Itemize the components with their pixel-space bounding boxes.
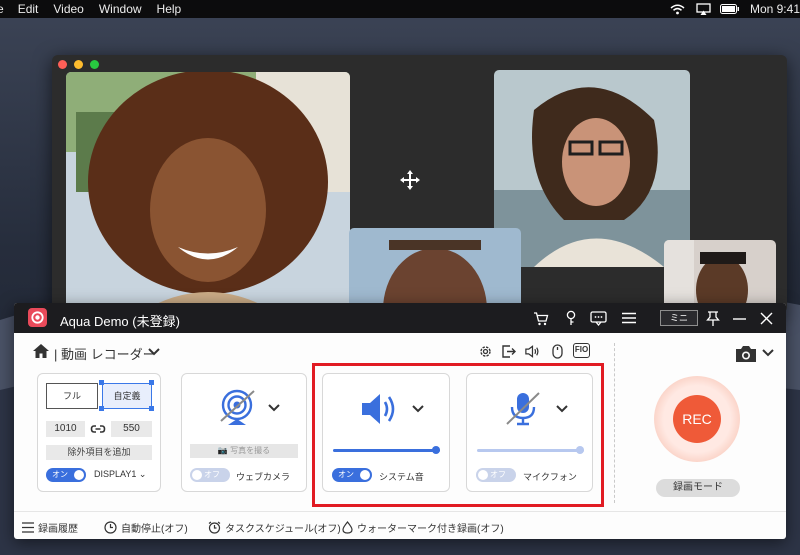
history-icon <box>22 522 34 533</box>
key-icon[interactable] <box>562 309 580 327</box>
auto-stop-item[interactable]: 自動停止(オフ) <box>104 520 188 535</box>
watermark-label: ウォーターマーク付き録画(オフ) <box>357 524 504 535</box>
app-logo <box>28 308 47 327</box>
recorder-mode-text: 動画 レコーダー <box>61 347 156 362</box>
webcam-icon[interactable] <box>216 388 258 428</box>
auto-stop-label: 自動停止(オフ) <box>121 524 188 535</box>
selection-handle <box>99 380 104 385</box>
menu-icon[interactable] <box>620 309 638 327</box>
webcam-card: 📷 写真を撮る オフ ウェブカメラ <box>181 373 307 492</box>
wifi-icon[interactable] <box>668 2 688 16</box>
schedule-label: タスクスケジュール(オフ) <box>225 524 341 535</box>
webcam-toggle[interactable]: オフ <box>190 468 230 482</box>
close-icon[interactable] <box>757 309 775 327</box>
take-photo-label: 写真を撮る <box>230 446 271 455</box>
display-select-value: DISPLAY1 <box>94 469 137 479</box>
fio-badge[interactable]: FIO <box>573 343 590 358</box>
mouse-icon[interactable] <box>549 343 565 359</box>
recorder-title-bar[interactable]: Aqua Demo (未登録) ミニ <box>14 303 786 333</box>
highlight-frame <box>312 363 604 507</box>
gear-icon[interactable] <box>477 343 493 359</box>
participant-video-1 <box>66 72 350 313</box>
history-item[interactable]: 録画履歴 <box>22 520 78 535</box>
recorder-footer: 録画履歴 自動停止(オフ) タスクスケジュール(オフ) ウォーターマーク付き録画… <box>14 511 786 539</box>
rec-button[interactable]: REC <box>673 395 721 443</box>
video-call-window <box>52 55 787 313</box>
custom-region-button[interactable]: 自定義 <box>102 383 152 409</box>
menu-bar: e Edit Video Window Help Mon 9:41 <box>0 0 800 18</box>
pin-icon[interactable] <box>704 309 722 327</box>
region-card: フル 自定義 1010 550 除外項目を追加 オン DISPLAY1 ⌄ <box>37 373 161 492</box>
selection-handle <box>149 406 154 411</box>
window-close-dot[interactable] <box>58 60 67 69</box>
rec-mode-button[interactable]: 録画モード <box>656 479 740 497</box>
screen-recorder-panel: Aqua Demo (未登録) ミニ | 動画 レコーダー FIO フル 自定義… <box>14 303 786 539</box>
add-exclusion-button[interactable]: 除外項目を追加 <box>46 445 152 460</box>
full-screen-button[interactable]: フル <box>46 383 98 409</box>
battery-icon[interactable] <box>719 2 740 16</box>
webcam-label: ウェブカメラ <box>236 472 291 482</box>
take-photo-button: 📷 写真を撮る <box>190 444 298 458</box>
menu-help[interactable]: Help <box>157 0 182 18</box>
participant-video-3 <box>349 228 521 313</box>
toggle-label: オン <box>52 470 68 479</box>
participant-video-2 <box>494 70 690 267</box>
menu-app-fragment[interactable]: e <box>0 0 4 18</box>
cart-icon[interactable] <box>532 309 550 327</box>
airplay-icon[interactable] <box>694 2 714 16</box>
window-minimize-dot[interactable] <box>74 60 83 69</box>
menu-edit[interactable]: Edit <box>18 0 39 18</box>
clock-icon <box>104 521 117 534</box>
toggle-label: オフ <box>204 470 220 479</box>
panel-divider <box>614 343 615 503</box>
menubar-clock[interactable]: Mon 9:41 <box>750 2 800 16</box>
menu-video[interactable]: Video <box>53 0 83 18</box>
history-label: 録画履歴 <box>38 524 78 535</box>
selection-handle <box>99 406 104 411</box>
menu-window[interactable]: Window <box>99 0 142 18</box>
toggle-knob <box>192 470 202 480</box>
export-icon[interactable] <box>500 343 516 359</box>
home-icon[interactable] <box>32 343 50 359</box>
schedule-item[interactable]: タスクスケジュール(オフ) <box>208 520 341 535</box>
chevron-down-icon[interactable] <box>761 348 775 358</box>
camera-icon[interactable] <box>735 345 757 363</box>
link-icon[interactable] <box>90 421 106 437</box>
display-select[interactable]: DISPLAY1 ⌄ <box>94 469 146 480</box>
app-title: Aqua Demo (未登録) <box>60 314 180 329</box>
chevron-down-icon[interactable] <box>147 347 161 357</box>
selection-handle <box>149 380 154 385</box>
window-zoom-dot[interactable] <box>90 60 99 69</box>
region-toggle[interactable]: オン <box>46 468 86 482</box>
chat-icon[interactable] <box>589 309 607 327</box>
watermark-item[interactable]: ウォーターマーク付き録画(オフ) <box>342 520 504 535</box>
width-field[interactable]: 1010 <box>46 421 85 437</box>
chevron-down-icon[interactable] <box>267 403 281 413</box>
toggle-knob <box>74 470 84 480</box>
mini-mode-button[interactable]: ミニ <box>660 310 698 326</box>
watermark-icon <box>342 521 353 534</box>
alarm-icon <box>208 521 221 534</box>
recorder-mode-label[interactable]: | 動画 レコーダー <box>54 344 156 363</box>
speaker-icon[interactable] <box>524 343 540 359</box>
move-icon[interactable] <box>399 169 421 191</box>
minimize-icon[interactable] <box>730 309 748 327</box>
height-field[interactable]: 550 <box>111 421 152 437</box>
